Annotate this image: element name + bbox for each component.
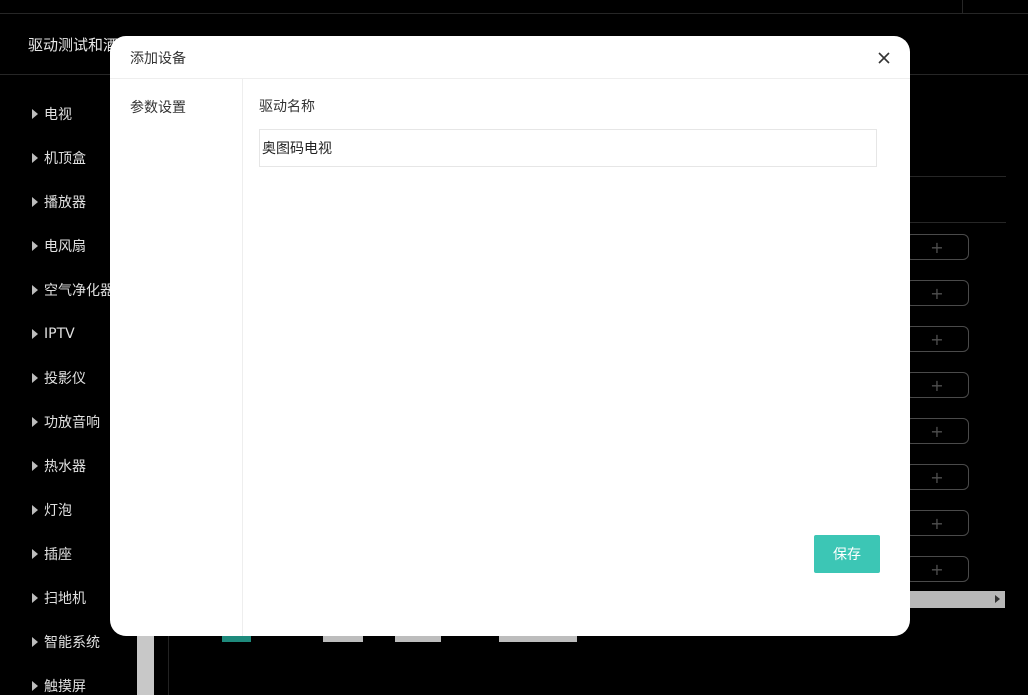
expand-arrow-icon — [32, 109, 38, 119]
sidebar-item-projector[interactable]: 投影仪 — [32, 368, 86, 388]
add-button[interactable]: + — [905, 418, 969, 444]
sidebar-item-touch-screen[interactable]: 触摸屏 — [32, 676, 86, 695]
save-button[interactable]: 保存 — [814, 535, 880, 573]
driver-name-label: 驱动名称 — [259, 99, 315, 115]
sidebar-item-socket[interactable]: 插座 — [32, 544, 72, 564]
expand-arrow-icon — [32, 461, 38, 471]
top-bar-separator — [962, 0, 963, 13]
sidebar-item-label: 空气净化器 — [44, 283, 114, 299]
table-row-divider — [910, 222, 1006, 223]
add-device-dialog: 添加设备 参数设置 驱动名称 保存 — [110, 36, 910, 636]
add-button[interactable]: + — [905, 556, 969, 582]
sidebar-item-fan[interactable]: 电风扇 — [32, 236, 86, 256]
top-bar — [0, 0, 1028, 14]
sidebar-item-label: 播放器 — [44, 195, 86, 211]
sidebar-item-label: 触摸屏 — [44, 679, 86, 695]
add-button[interactable]: + — [905, 234, 969, 260]
expand-arrow-icon — [32, 329, 38, 339]
sidebar-item-label: 智能系统 — [44, 635, 100, 651]
dialog-nav: 参数设置 — [110, 79, 243, 636]
sidebar-item-set-top-box[interactable]: 机顶盒 — [32, 148, 86, 168]
sidebar-item-label: IPTV — [44, 326, 75, 342]
expand-arrow-icon — [32, 285, 38, 295]
sidebar-item-amplifier[interactable]: 功放音响 — [32, 412, 100, 432]
expand-arrow-icon — [32, 549, 38, 559]
bottom-tab[interactable] — [323, 636, 363, 642]
add-button[interactable]: + — [905, 510, 969, 536]
scroll-right-icon[interactable] — [995, 595, 1000, 603]
sidebar-item-label: 插座 — [44, 547, 72, 563]
dialog-header: 添加设备 — [110, 36, 910, 79]
sidebar-item-smart-system[interactable]: 智能系统 — [32, 632, 100, 652]
expand-arrow-icon — [32, 241, 38, 251]
sidebar-item-player[interactable]: 播放器 — [32, 192, 86, 212]
dialog-title: 添加设备 — [130, 51, 186, 67]
bottom-tab-active[interactable] — [222, 636, 251, 642]
sidebar-item-label: 功放音响 — [44, 415, 100, 431]
sidebar-item-label: 电风扇 — [44, 239, 86, 255]
expand-arrow-icon — [32, 637, 38, 647]
driver-name-input[interactable] — [259, 129, 877, 167]
sidebar-item-label: 电视 — [44, 107, 72, 123]
nav-item-param-settings[interactable]: 参数设置 — [130, 97, 186, 117]
content-divider — [168, 630, 169, 695]
close-icon[interactable] — [876, 50, 892, 66]
expand-arrow-icon — [32, 153, 38, 163]
sidebar-item-bulb[interactable]: 灯泡 — [32, 500, 72, 520]
sidebar-item-iptv[interactable]: IPTV — [32, 324, 75, 344]
add-button[interactable]: + — [905, 326, 969, 352]
table-row-divider — [910, 176, 1006, 177]
sidebar-item-tv[interactable]: 电视 — [32, 104, 72, 124]
add-button[interactable]: + — [905, 372, 969, 398]
add-button[interactable]: + — [905, 280, 969, 306]
expand-arrow-icon — [32, 417, 38, 427]
bottom-tab[interactable] — [499, 636, 577, 642]
sidebar-item-water-heater[interactable]: 热水器 — [32, 456, 86, 476]
horizontal-scrollbar[interactable] — [905, 591, 1005, 608]
sidebar-item-label: 扫地机 — [44, 591, 86, 607]
sidebar-item-label: 热水器 — [44, 459, 86, 475]
expand-arrow-icon — [32, 505, 38, 515]
add-button[interactable]: + — [905, 464, 969, 490]
expand-arrow-icon — [32, 681, 38, 691]
bottom-tab[interactable] — [395, 636, 441, 642]
app-title: 驱动测试和酒 — [28, 36, 119, 54]
sidebar-item-label: 机顶盒 — [44, 151, 86, 167]
sidebar-item-air-purifier[interactable]: 空气净化器 — [32, 280, 114, 300]
sidebar-item-label: 灯泡 — [44, 503, 72, 519]
expand-arrow-icon — [32, 373, 38, 383]
expand-arrow-icon — [32, 197, 38, 207]
sidebar-item-label: 投影仪 — [44, 371, 86, 387]
expand-arrow-icon — [32, 593, 38, 603]
sidebar-item-robot-vacuum[interactable]: 扫地机 — [32, 588, 86, 608]
